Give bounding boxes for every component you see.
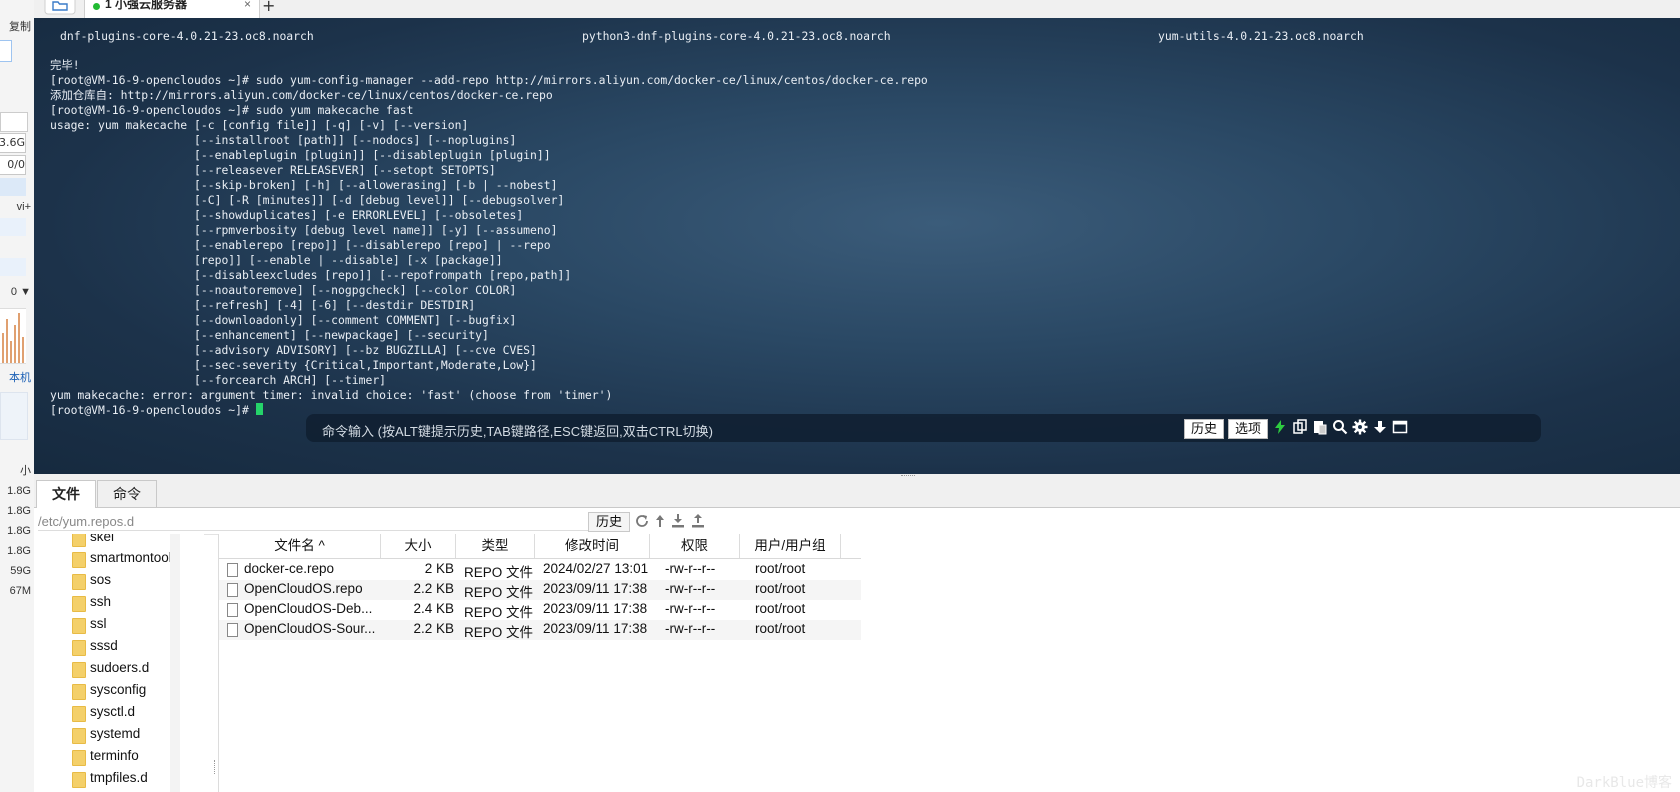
session-tab-bar: 1 小强云服务器 × + (34, 0, 1680, 19)
terminal-prompt: [root@VM-16-9-opencloudos ~]# (50, 403, 256, 417)
col-type[interactable]: 类型 (456, 534, 535, 558)
memory-value: 3.6G (0, 133, 26, 153)
folder-icon (72, 574, 86, 590)
copy-label[interactable]: 复制 (9, 18, 31, 34)
file-table: 文件名 ^ 大小 类型 修改时间 权限 用户/用户组 docker-ce.rep… (218, 534, 1680, 792)
left-input-box[interactable] (0, 40, 12, 62)
folder-icon (72, 706, 86, 722)
disk-size: 1.8G (7, 545, 31, 557)
folder-icon (72, 640, 86, 656)
process-row[interactable] (0, 178, 26, 196)
folder-icon (72, 772, 86, 788)
tree-scrollbar[interactable] (170, 534, 180, 792)
file-table-header: 文件名 ^ 大小 类型 修改时间 权限 用户/用户组 (219, 534, 861, 559)
tab-files[interactable]: 文件 (36, 480, 96, 508)
bottom-tab-bar: 文件 命令 (34, 480, 1680, 508)
left-field[interactable] (0, 112, 28, 132)
dropdown-value: 0 (10, 286, 18, 298)
folder-open-icon (44, 0, 76, 15)
folder-icon (72, 596, 86, 612)
size-header: 小 (20, 465, 31, 477)
options-button[interactable]: 选项 (1228, 419, 1269, 439)
table-row[interactable]: OpenCloudOS-Sour... 2.2 KB REPO 文件 2023/… (219, 620, 861, 640)
process-row[interactable] (0, 258, 26, 276)
paste-icon[interactable] (1312, 419, 1328, 435)
terminal[interactable]: dnf-plugins-core-4.0.21-23.oc8.noarch py… (34, 18, 1680, 474)
splitter-grip (901, 475, 915, 479)
folder-icon (72, 728, 86, 744)
tab-server[interactable]: 1 小强云服务器 × (84, 0, 260, 19)
col-mtime[interactable]: 修改时间 (535, 534, 650, 558)
vertical-splitter-grip[interactable] (214, 760, 217, 774)
parent-directory-icon[interactable] (652, 513, 668, 529)
command-input[interactable]: 命令输入 (按ALT键提示历史,TAB键路径,ESC键返回,双击CTRL切换) (322, 421, 713, 440)
swap-value: 0/0 (0, 155, 26, 175)
lightning-icon[interactable] (1272, 419, 1288, 435)
disk-size: 1.8G (7, 485, 31, 497)
open-folder-button[interactable] (44, 0, 76, 16)
path-bar: 历史 (34, 508, 1680, 535)
tab-label: 1 小强云服务器 (105, 0, 188, 11)
arrow-down-icon[interactable] (1372, 419, 1388, 435)
folder-icon (72, 618, 86, 634)
path-input[interactable] (38, 512, 588, 531)
file-icon (227, 563, 238, 577)
upload-icon[interactable] (690, 513, 706, 529)
table-row[interactable]: docker-ce.repo 2 KB REPO 文件 2024/02/27 1… (219, 560, 861, 580)
refresh-icon[interactable] (634, 513, 650, 529)
tab-commands[interactable]: 命令 (97, 480, 157, 507)
download-icon[interactable] (670, 513, 686, 529)
close-icon[interactable]: × (244, 0, 251, 10)
maximize-icon[interactable] (1392, 419, 1408, 435)
folder-icon (72, 662, 86, 678)
path-history-button[interactable]: 历史 (588, 512, 630, 532)
gear-icon[interactable] (1352, 419, 1368, 435)
terminal-log: 完毕! [root@VM-16-9-opencloudos ~]# sudo y… (50, 58, 928, 402)
disk-size: 67M (9, 585, 31, 597)
command-input-bar[interactable]: 命令输入 (按ALT键提示历史,TAB键路径,ESC键返回,双击CTRL切换) … (306, 414, 1541, 442)
add-tab-button[interactable]: + (262, 0, 275, 15)
connected-status-icon (93, 3, 100, 10)
disk-size: 59G (10, 565, 31, 577)
chevron-down-icon: ▼ (20, 286, 31, 298)
left-side-panel: 复制 3.6G 0/0 vi+ 0 ▼ 本机 小 1.8G 1.8G 1.8G … (0, 0, 35, 792)
mini-chart (0, 392, 28, 440)
folder-icon (72, 552, 86, 568)
col-size[interactable]: 大小 (381, 534, 456, 558)
watermark: DarkBlue博客 (1576, 775, 1672, 791)
terminal-cursor (255, 403, 263, 415)
network-graph (0, 308, 26, 364)
copy-icon[interactable] (1292, 419, 1308, 435)
history-button[interactable]: 历史 (1184, 419, 1225, 439)
folder-icon (72, 684, 86, 700)
file-icon (227, 603, 238, 617)
file-icon (227, 583, 238, 597)
col-name[interactable]: 文件名 ^ (219, 534, 381, 558)
terminal-output: 完毕! [root@VM-16-9-opencloudos ~]# sudo y… (50, 28, 928, 418)
process-row[interactable] (0, 218, 26, 236)
disk-size: 1.8G (7, 525, 31, 537)
interface-dropdown[interactable]: 0 ▼ (11, 286, 31, 298)
col-permissions[interactable]: 权限 (650, 534, 740, 558)
process-name: vi+ (16, 201, 31, 213)
table-row[interactable]: OpenCloudOS.repo 2.2 KB REPO 文件 2023/09/… (219, 580, 861, 600)
file-icon (227, 623, 238, 637)
folder-icon (72, 750, 86, 766)
search-icon[interactable] (1332, 419, 1348, 435)
local-label[interactable]: 本机 (9, 369, 31, 385)
col-owner[interactable]: 用户/用户组 (740, 534, 841, 558)
disk-size: 1.8G (7, 505, 31, 517)
folder-icon (72, 534, 86, 547)
terminal-header-item: yum-utils-4.0.21-23.oc8.noarch (1158, 29, 1364, 43)
table-row[interactable]: OpenCloudOS-Deb... 2.4 KB REPO 文件 2023/0… (219, 600, 861, 620)
